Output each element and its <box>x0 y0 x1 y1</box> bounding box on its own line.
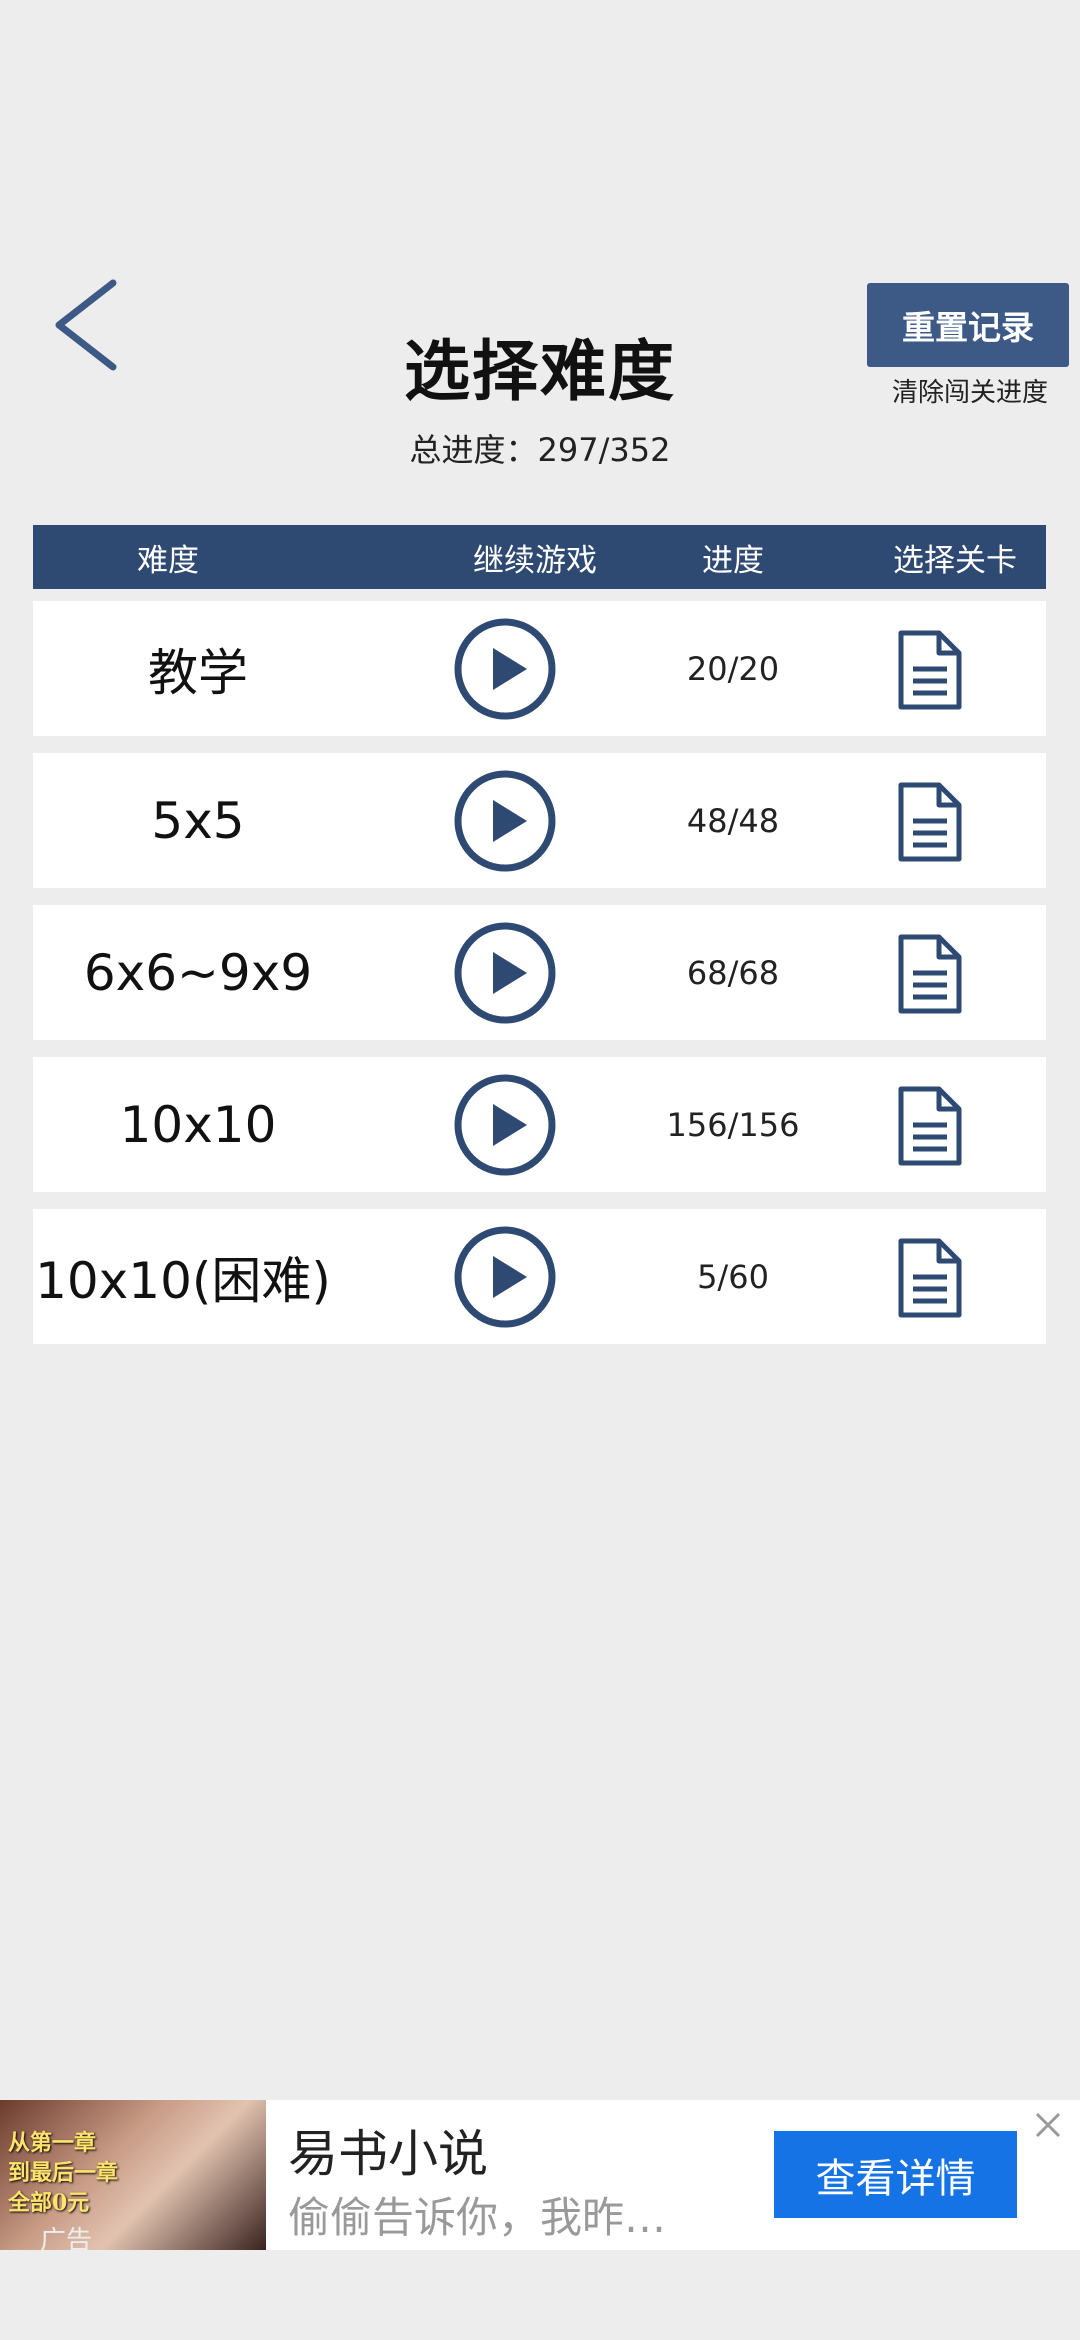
progress-value: 20/20 <box>686 649 780 688</box>
table-row: 10x10(困难) 5/60 <box>33 1209 1046 1344</box>
difficulty-name: 10x10 <box>119 1095 277 1154</box>
header-select-level: 选择关卡 <box>893 542 1017 579</box>
document-icon[interactable] <box>895 629 965 711</box>
difficulty-name: 教学 <box>148 643 248 702</box>
difficulty-name: 6x6~9x9 <box>83 943 313 1002</box>
table-row: 教学 20/20 <box>33 601 1046 736</box>
progress-value: 68/68 <box>686 953 780 992</box>
play-icon[interactable] <box>453 1225 557 1329</box>
play-icon[interactable] <box>453 617 557 721</box>
reset-record-button[interactable]: 重置记录 <box>867 283 1069 367</box>
table-row: 5x5 48/48 <box>33 753 1046 888</box>
header-difficulty: 难度 <box>137 542 199 579</box>
close-icon[interactable] <box>1031 2108 1065 2142</box>
ad-subtitle: 偷偷告诉你，我昨… <box>288 2193 667 2242</box>
document-icon[interactable] <box>895 781 965 863</box>
difficulty-name: 5x5 <box>151 791 245 850</box>
progress-value: 156/156 <box>666 1105 800 1144</box>
ad-image[interactable]: 从第一章 到最后一章 全部0元 广告 <box>0 2100 266 2250</box>
progress-value: 5/60 <box>697 1257 769 1296</box>
ad-label: 广告 <box>40 2226 93 2250</box>
table-row: 10x10 156/156 <box>33 1057 1046 1192</box>
play-icon[interactable] <box>453 769 557 873</box>
difficulty-name: 10x10(困难) <box>35 1251 331 1310</box>
ad-banner[interactable]: 从第一章 到最后一章 全部0元 广告 易书小说 偷偷告诉你，我昨… 查看详情 <box>0 2100 1080 2250</box>
progress-value: 48/48 <box>686 801 780 840</box>
reset-note: 清除闯关进度 <box>891 378 1048 408</box>
document-icon[interactable] <box>895 1085 965 1167</box>
play-icon[interactable] <box>453 921 557 1025</box>
ad-title: 易书小说 <box>288 2125 488 2183</box>
table-header: 难度 继续游戏 进度 选择关卡 <box>33 525 1046 589</box>
table-row: 6x6~9x9 68/68 <box>33 905 1046 1040</box>
ad-view-details-button[interactable]: 查看详情 <box>774 2131 1017 2218</box>
header-progress: 进度 <box>702 542 764 579</box>
document-icon[interactable] <box>895 933 965 1015</box>
ad-image-text: 从第一章 到最后一章 全部0元 <box>8 2130 119 2216</box>
document-icon[interactable] <box>895 1237 965 1319</box>
play-icon[interactable] <box>453 1073 557 1177</box>
total-progress: 总进度：297/352 <box>409 431 671 469</box>
